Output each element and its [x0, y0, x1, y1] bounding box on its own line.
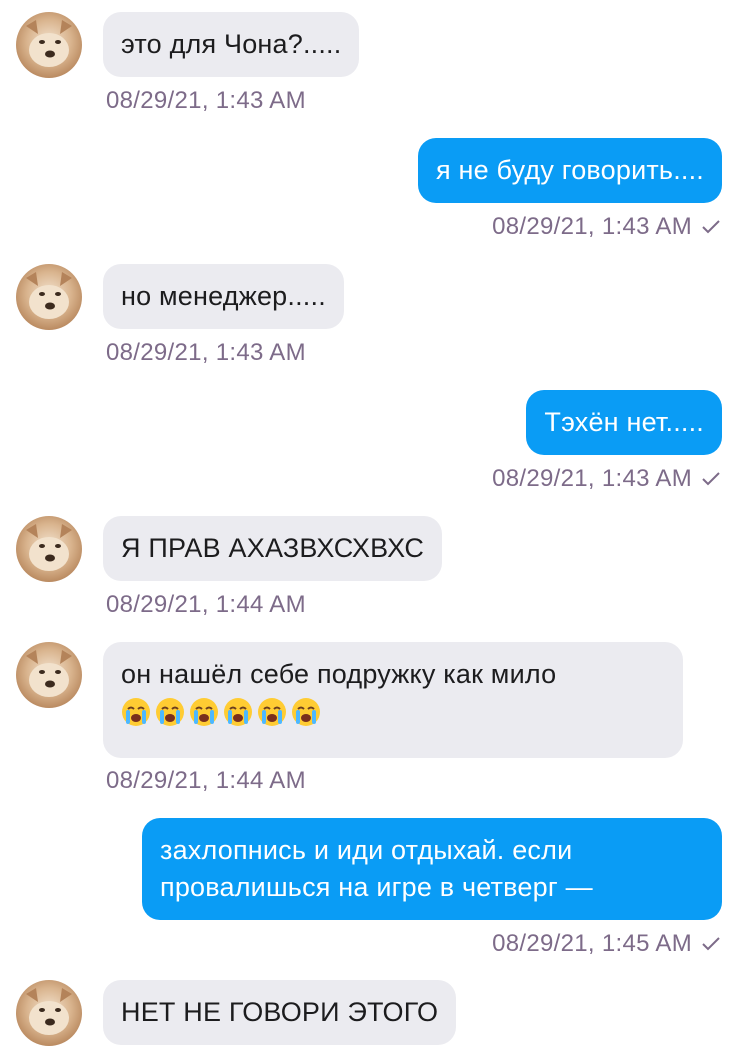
message-text: я не буду говорить....	[435, 155, 704, 185]
message-text: Тэхён нет.....	[544, 407, 704, 437]
dog-avatar-icon	[26, 272, 72, 319]
loudly-crying-face-emoji	[190, 698, 218, 726]
message-timestamp-row: 08/29/21, 1:45 AM	[492, 930, 720, 958]
message-text: это для Чона?.....	[121, 29, 342, 59]
incoming-message-bubble[interactable]: Я ПРАВ АХАЗВХСХВХС	[103, 516, 443, 581]
message-text: он нашёл себе подружку как мило	[121, 659, 557, 689]
loudly-crying-face-emoji	[156, 698, 184, 726]
contact-avatar[interactable]	[16, 516, 82, 582]
message-timestamp-row: 08/29/21, 1:43 AM	[492, 213, 720, 241]
outgoing-message-bubble[interactable]: Тэхён нет.....	[526, 390, 722, 455]
loudly-crying-face-emoji	[122, 698, 150, 726]
chat-thread: это для Чона?..... 08/29/21, 1:43 AM я н…	[0, 0, 750, 1064]
message-timestamp: 08/29/21, 1:45 AM	[492, 930, 692, 957]
message-timestamp: 08/29/21, 1:43 AM	[106, 339, 306, 366]
incoming-message-bubble[interactable]: это для Чона?.....	[103, 12, 360, 77]
message-timestamp: 08/29/21, 1:44 AM	[106, 591, 306, 618]
loudly-crying-face-emoji	[258, 698, 286, 726]
loudly-crying-face-emoji	[224, 698, 252, 726]
message-text: но менеджер.....	[121, 281, 326, 311]
loudly-crying-face-emoji	[292, 698, 320, 726]
message-timestamp: 08/29/21, 1:43 AM	[106, 87, 306, 114]
dog-avatar-icon	[26, 20, 72, 67]
emoji-row	[121, 697, 665, 727]
dog-avatar-icon	[26, 988, 72, 1035]
message-timestamp: 08/29/21, 1:43 AM	[492, 465, 692, 492]
message-timestamp: 08/29/21, 1:43 AM	[492, 213, 692, 240]
outgoing-message-bubble[interactable]: я не буду говорить....	[417, 138, 722, 203]
message-text: Я ПРАВ АХАЗВХСХВХС	[121, 533, 425, 563]
message-text: НЕТ НЕ ГОВОРИ ЭТОГО	[121, 997, 439, 1027]
message-text: захлопнись и иди отдыхай. если провалишь…	[160, 835, 593, 902]
contact-avatar[interactable]	[16, 12, 82, 78]
incoming-message-bubble[interactable]: НЕТ НЕ ГОВОРИ ЭТОГО	[103, 980, 457, 1045]
dog-avatar-icon	[26, 650, 72, 697]
message-timestamp: 08/29/21, 1:44 AM	[106, 767, 306, 794]
read-check-icon	[702, 937, 720, 951]
message-timestamp-row: 08/29/21, 1:43 AM	[492, 465, 720, 493]
incoming-message-bubble[interactable]: он нашёл себе подружку как мило	[103, 642, 683, 758]
read-check-icon	[702, 472, 720, 486]
dog-avatar-icon	[26, 524, 72, 571]
contact-avatar[interactable]	[16, 264, 82, 330]
outgoing-message-bubble[interactable]: захлопнись и иди отдыхай. если провалишь…	[142, 818, 722, 920]
incoming-message-bubble[interactable]: но менеджер.....	[103, 264, 344, 329]
contact-avatar[interactable]	[16, 980, 82, 1046]
contact-avatar[interactable]	[16, 642, 82, 708]
read-check-icon	[702, 220, 720, 234]
